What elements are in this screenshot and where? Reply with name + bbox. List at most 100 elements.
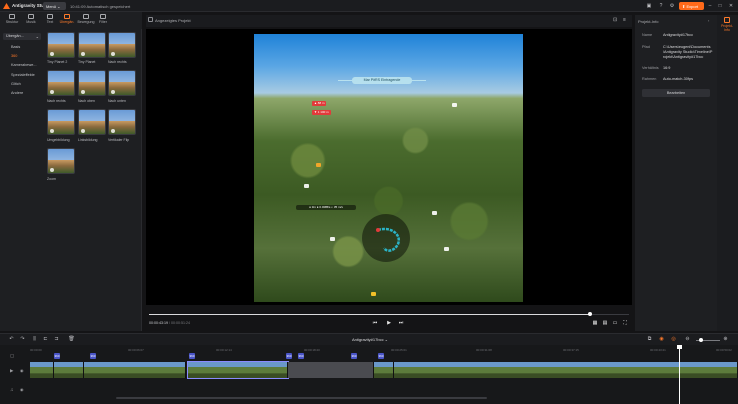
favorite-icon[interactable]: [49, 51, 54, 56]
video-clip[interactable]: [30, 362, 54, 378]
transition-icon: [64, 14, 70, 19]
link-icon[interactable]: ◎: [670, 336, 677, 343]
timecode-current: 00:00:43:19: [149, 321, 168, 325]
timeline-scrollbar[interactable]: [116, 397, 487, 399]
track-mute-icon[interactable]: ◉: [20, 387, 24, 392]
favorite-icon[interactable]: [49, 89, 54, 94]
prop-value: Auto-match-30fps: [663, 77, 693, 81]
prop-label: Verhältnis: [642, 66, 659, 70]
category-item[interactable]: Basis: [11, 45, 20, 49]
tab-project-info[interactable]: Projekt-Info: [719, 17, 735, 33]
transition-thumb[interactable]: [108, 70, 136, 96]
fullscreen-icon[interactable]: ⛶: [621, 319, 629, 327]
favorite-icon[interactable]: [80, 51, 85, 56]
tab-filter[interactable]: Filter: [94, 14, 112, 28]
category-item[interactable]: Andere: [11, 91, 23, 95]
transition-thumb[interactable]: [47, 148, 75, 174]
favorite-icon[interactable]: [110, 51, 115, 56]
transition-thumb[interactable]: [47, 70, 75, 96]
tab-text[interactable]: Text: [41, 14, 59, 28]
playback-progress: [149, 314, 590, 315]
export-button[interactable]: ⬆ Export: [679, 2, 704, 10]
time-ruler[interactable]: 00:00:00 00:00:06:07 00:00:12:14 00:00:1…: [30, 347, 738, 353]
feedback-icon[interactable]: ▣: [646, 3, 652, 9]
transition-marker[interactable]: 360: [90, 353, 96, 359]
tab-bewegung[interactable]: Bewegung: [77, 14, 95, 28]
zoom-out-icon[interactable]: ⊖: [684, 336, 691, 343]
transition-thumb[interactable]: [108, 32, 136, 58]
transition-label: Zoom: [47, 177, 56, 181]
minimize-icon[interactable]: –: [706, 3, 714, 10]
next-frame-icon[interactable]: ⏭: [397, 319, 405, 327]
favorite-icon[interactable]: [80, 89, 85, 94]
category-item[interactable]: Spezialeffekte: [11, 73, 35, 77]
zoom-in-icon[interactable]: ⊕: [722, 336, 729, 343]
transition-marker[interactable]: 360: [286, 353, 292, 359]
split-icon[interactable]: ⫼: [31, 336, 38, 343]
trim-left-icon[interactable]: ⊏: [42, 336, 49, 343]
preview-title: Angezeigtes Projekt: [155, 18, 191, 23]
trim-right-icon[interactable]: ⊐: [53, 336, 60, 343]
snap-icon[interactable]: ⧉: [646, 336, 653, 343]
video-clip[interactable]: [288, 362, 374, 378]
transition-thumb[interactable]: [78, 32, 106, 58]
prop-label: Name: [642, 33, 653, 37]
menu-button[interactable]: Menü ⌄: [43, 2, 66, 10]
layout-icon[interactable]: ▤: [601, 319, 609, 327]
transition-label: Nach unten: [108, 99, 126, 103]
video-clip-selected[interactable]: [187, 361, 289, 379]
redo-icon[interactable]: ↷: [19, 336, 26, 343]
close-icon[interactable]: ✕: [727, 3, 735, 10]
transition-marker[interactable]: 360: [378, 353, 384, 359]
category-item[interactable]: Kamerabewe...: [11, 63, 37, 67]
category-select[interactable]: Übergän... ⌄: [3, 33, 41, 40]
menu-lines-icon[interactable]: ≡: [623, 17, 629, 23]
previous-frame-icon[interactable]: ⏮: [371, 319, 379, 327]
sequence-selector[interactable]: Antigravity#17bcc ⌄: [352, 337, 388, 342]
favorite-icon[interactable]: [80, 128, 85, 133]
tab-musik[interactable]: Musik: [22, 14, 40, 28]
sidebar-toggle-icon[interactable]: [148, 17, 153, 22]
track-visibility-icon[interactable]: ◉: [20, 368, 24, 373]
telemetry-hint: ● 3m ● 0.0MB/s ◐ 35 m/s: [296, 205, 356, 210]
favorite-icon[interactable]: [49, 128, 54, 133]
play-icon[interactable]: ▶: [385, 319, 393, 327]
transition-thumb[interactable]: [108, 109, 136, 135]
distance-tag: ▼ 1 100 m: [312, 110, 331, 115]
transition-thumb[interactable]: [47, 109, 75, 135]
video-clip[interactable]: [394, 362, 738, 378]
favorite-icon[interactable]: [110, 128, 115, 133]
transition-thumb[interactable]: [78, 109, 106, 135]
zoom-slider-handle[interactable]: [699, 338, 703, 342]
transition-thumb[interactable]: [78, 70, 106, 96]
category-item-active[interactable]: 360: [11, 54, 17, 58]
help-icon[interactable]: ?: [658, 3, 664, 9]
tab-struktur[interactable]: Struktur: [3, 14, 21, 28]
maximize-icon[interactable]: □: [716, 3, 724, 10]
timecode-total: / 00:00:51:24: [169, 321, 190, 325]
tab-transitions[interactable]: Übergän.: [58, 14, 76, 28]
category-item[interactable]: Glitch: [11, 82, 21, 86]
video-clip[interactable]: [84, 362, 186, 378]
video-clip[interactable]: [54, 362, 84, 378]
transition-marker[interactable]: 360: [189, 353, 195, 359]
grid-icon[interactable]: ▦: [591, 319, 599, 327]
snapshot-icon[interactable]: ⊡: [613, 17, 619, 23]
favorite-icon[interactable]: [110, 89, 115, 94]
undo-icon[interactable]: ↶: [8, 336, 15, 343]
settings-gear-icon[interactable]: ⚙: [669, 3, 675, 9]
magnet-icon[interactable]: ◉: [658, 336, 665, 343]
delete-icon[interactable]: 🗑: [68, 336, 75, 343]
collapse-icon[interactable]: ‹: [708, 18, 709, 23]
favorite-icon[interactable]: [49, 167, 54, 172]
transition-marker[interactable]: 360: [54, 353, 60, 359]
transition-marker[interactable]: 360: [298, 353, 304, 359]
edit-button[interactable]: Bearbeiten: [642, 89, 710, 97]
overlay-marker: [316, 163, 321, 167]
aspect-icon[interactable]: ▭: [611, 319, 619, 327]
playhead[interactable]: [679, 345, 680, 404]
video-clip[interactable]: [374, 362, 394, 378]
transition-thumb[interactable]: [47, 32, 75, 58]
playback-scrub-handle[interactable]: [588, 312, 592, 316]
transition-marker[interactable]: 360: [351, 353, 357, 359]
